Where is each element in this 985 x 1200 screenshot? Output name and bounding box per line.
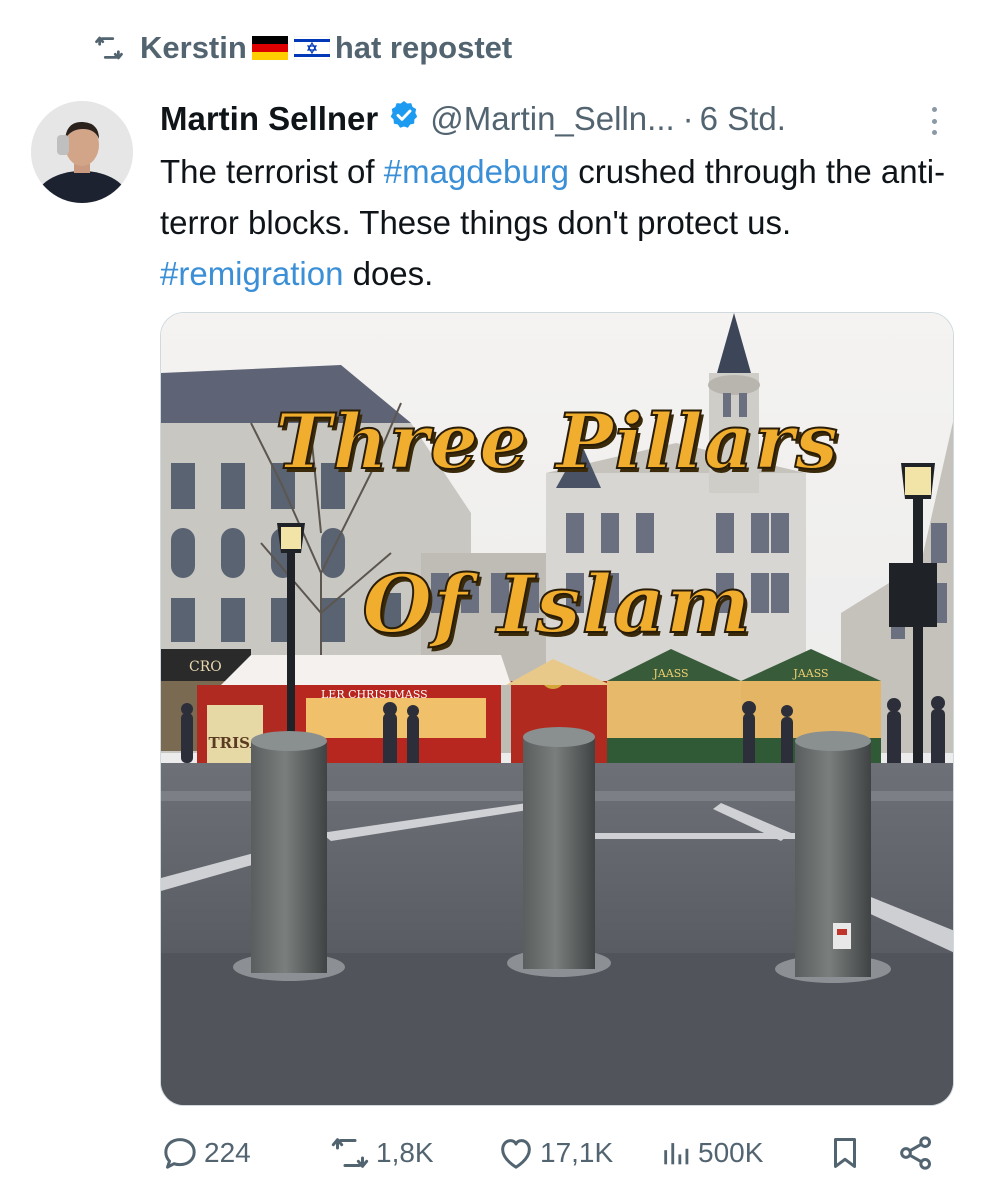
- reply-button[interactable]: 224: [160, 1130, 251, 1176]
- tweet-text-part: does.: [343, 255, 434, 292]
- repost-indicator[interactable]: Kerstin hat repostet: [92, 24, 512, 72]
- views-button[interactable]: 500K: [660, 1130, 763, 1176]
- tweet-header: Martin Sellner @Martin_Selln... · 6 Std.: [160, 96, 960, 142]
- israel-flag-icon: [293, 36, 330, 60]
- hashtag-remigration[interactable]: #remigration: [160, 255, 343, 292]
- author-name[interactable]: Martin Sellner: [160, 100, 378, 138]
- reply-icon: [160, 1133, 200, 1173]
- tweet-text-part: The terrorist of: [160, 153, 384, 190]
- germany-flag-icon: [251, 36, 288, 60]
- tweet-page: Kerstin hat repostet Martin Sellner @Mar…: [0, 0, 985, 1200]
- repost-icon: [92, 33, 126, 63]
- hut-sign-1: JAASS: [652, 667, 688, 680]
- tweet-text: The terrorist of #magdeburg crushed thro…: [160, 146, 960, 299]
- share-icon: [896, 1133, 936, 1173]
- heart-icon: [496, 1133, 536, 1173]
- author-avatar[interactable]: [31, 101, 133, 203]
- more-options-icon[interactable]: [922, 103, 946, 139]
- reply-count: 224: [204, 1137, 251, 1168]
- tweet-media-image[interactable]: CRO TRISA LER CHRISTMASS JAASS JAASS Thr…: [160, 312, 954, 1106]
- views-count: 500K: [698, 1137, 764, 1168]
- repost-user-name[interactable]: Kerstin: [140, 30, 247, 66]
- tweet-timestamp[interactable]: 6 Std.: [700, 100, 786, 138]
- separator-dot: ·: [682, 100, 694, 137]
- verified-badge-icon[interactable]: [388, 99, 420, 139]
- author-handle[interactable]: @Martin_Selln...: [430, 100, 674, 138]
- repost-count: 1,8K: [376, 1137, 434, 1168]
- bookmark-button[interactable]: [826, 1130, 864, 1176]
- repost-button[interactable]: 1,8K: [328, 1130, 434, 1176]
- store-sign: CRO: [189, 659, 222, 675]
- share-button[interactable]: [896, 1130, 936, 1176]
- image-title-line1: Three Pillars: [274, 396, 839, 487]
- bookmark-icon: [826, 1133, 864, 1173]
- views-chart-icon: [660, 1133, 694, 1173]
- tweet-action-bar: 224 1,8K 17,1K 500K: [160, 1130, 950, 1176]
- repost-icon: [328, 1133, 372, 1173]
- repost-label: hat repostet: [334, 30, 513, 65]
- booth-sign: LER CHRISTMASS: [321, 688, 428, 701]
- like-button[interactable]: 17,1K: [496, 1130, 613, 1176]
- hashtag-magdeburg[interactable]: #magdeburg: [384, 153, 569, 190]
- image-title-line2: Of Islam: [361, 556, 752, 652]
- hut-sign-2: JAASS: [792, 667, 828, 680]
- like-count: 17,1K: [540, 1137, 614, 1168]
